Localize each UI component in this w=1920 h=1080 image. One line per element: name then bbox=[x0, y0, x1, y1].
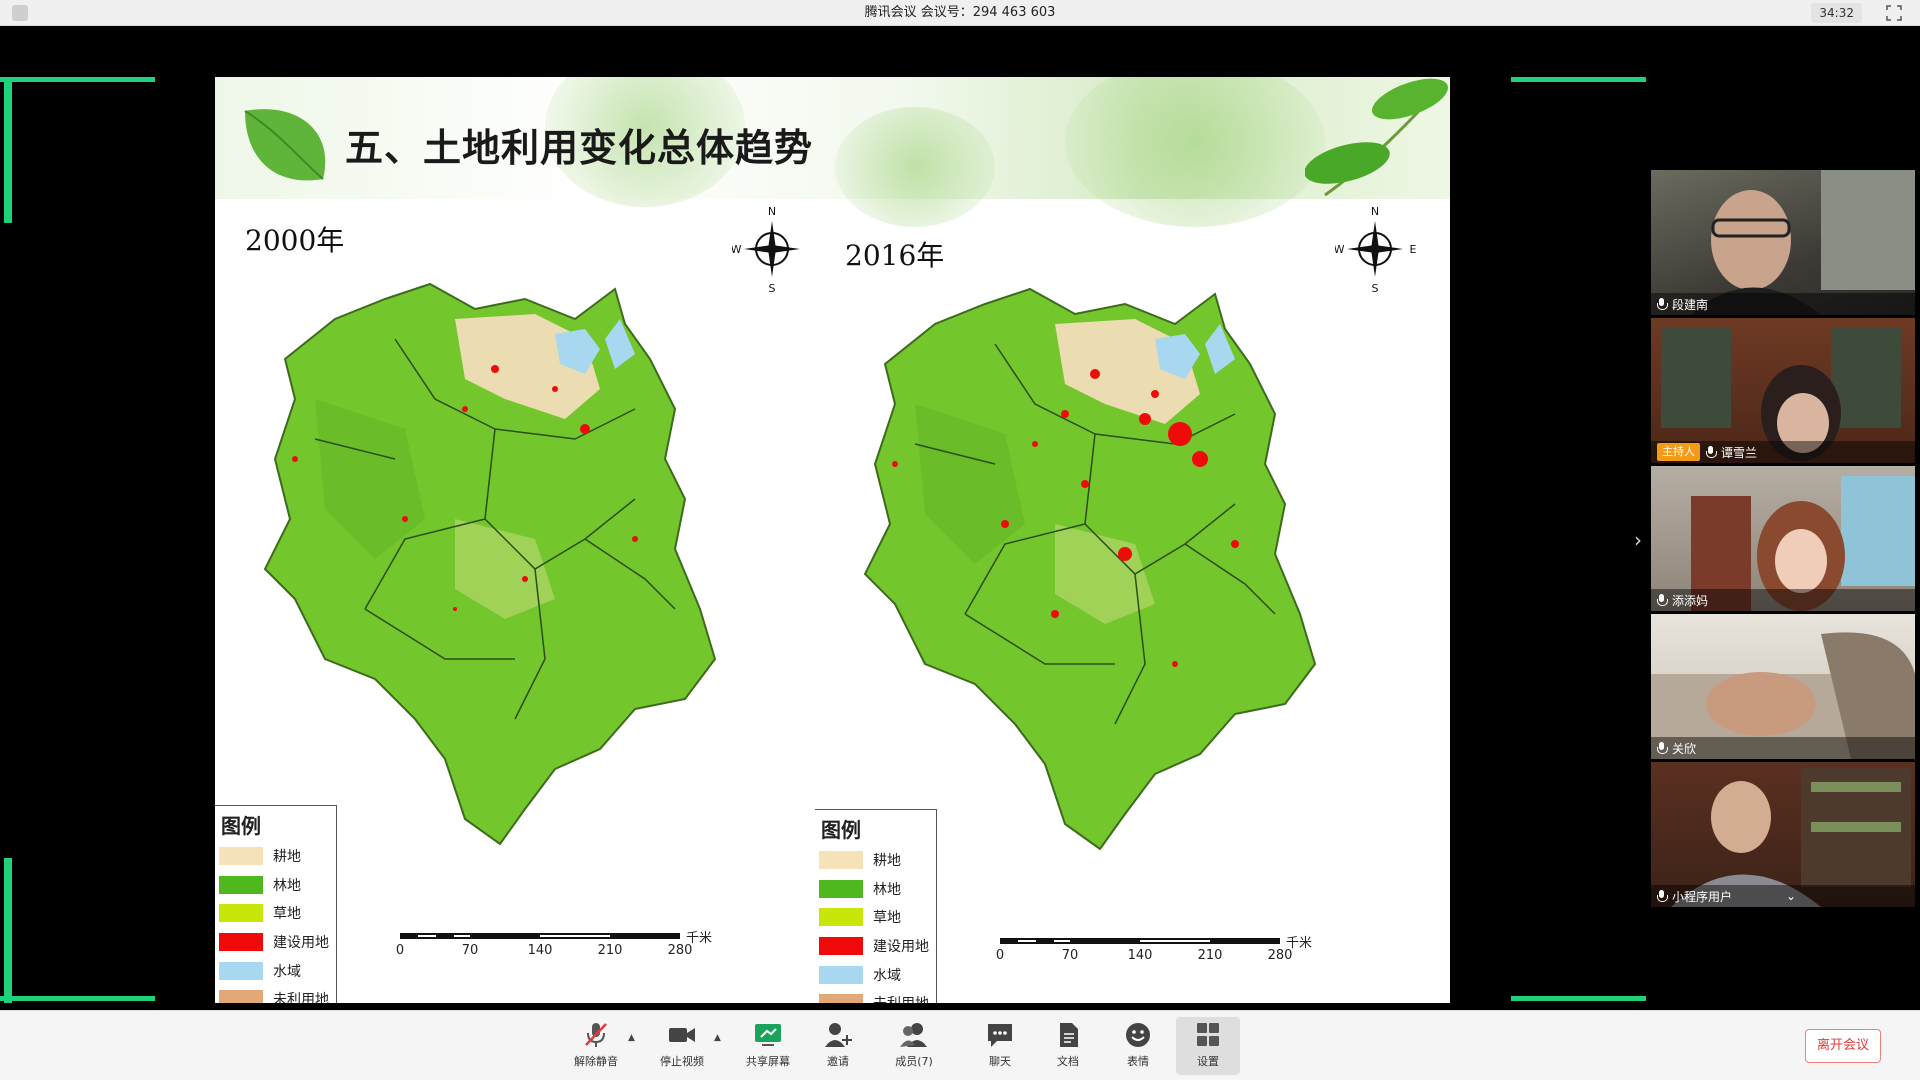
invite-user-icon bbox=[825, 1023, 852, 1047]
leaves-branch-icon bbox=[1305, 78, 1448, 197]
map-panel-2000: 2000年 N S W 图例 耕地 林地 草地 建设用地 水域 未利用地 0 7… bbox=[215, 199, 815, 1003]
legend-item: 草地 bbox=[815, 903, 936, 932]
mic-icon bbox=[1706, 445, 1717, 459]
mic-muted-icon bbox=[585, 1023, 607, 1047]
compass-w: W bbox=[1335, 243, 1345, 256]
legend-item: 草地 bbox=[215, 899, 336, 928]
video-options-caret[interactable]: ▲ bbox=[714, 1033, 721, 1043]
legend-item: 水域 bbox=[815, 960, 936, 989]
legend-item: 建设用地 bbox=[215, 928, 336, 957]
compass-n: N bbox=[1371, 205, 1379, 218]
map-legend: 图例 耕地 林地 草地 建设用地 水域 未利用地 bbox=[815, 809, 937, 1003]
meeting-toolbar: 解除静音 ▲ 停止视频 ▲ 共享屏幕 邀请 成员(7) 聊天 文档 表情 设置 … bbox=[0, 1010, 1920, 1080]
reactions-button[interactable]: 表情 bbox=[1106, 1017, 1170, 1075]
share-screen-icon bbox=[755, 1024, 781, 1046]
emoji-icon bbox=[1126, 1023, 1150, 1047]
grid-settings-icon bbox=[1197, 1023, 1219, 1046]
mic-icon bbox=[1657, 297, 1668, 311]
legend-title: 图例 bbox=[221, 814, 261, 838]
unmute-options-caret[interactable]: ▲ bbox=[628, 1033, 635, 1043]
legend-item: 林地 bbox=[215, 871, 336, 900]
participant-name: 关欣 bbox=[1672, 741, 1697, 756]
window-title: 腾讯会议 会议号：294 463 603 bbox=[864, 5, 1056, 20]
compass-n: N bbox=[768, 205, 776, 218]
land-use-map-2000 bbox=[263, 282, 717, 846]
chevron-down-icon[interactable]: ⌄ bbox=[1786, 889, 1796, 903]
document-icon bbox=[1060, 1023, 1078, 1047]
participant-tile[interactable]: 关欣 bbox=[1651, 614, 1915, 759]
participant-tile[interactable]: 主持人 谭雪兰 bbox=[1651, 318, 1915, 463]
scale-bar: 0 70 140 210 280 千米 bbox=[995, 936, 1313, 963]
stop-video-button[interactable]: 停止视频 bbox=[650, 1017, 714, 1075]
compass-w: W bbox=[732, 243, 742, 256]
chevron-right-icon[interactable]: › bbox=[1628, 528, 1648, 552]
fullscreen-icon[interactable] bbox=[1886, 5, 1902, 21]
legend-title: 图例 bbox=[821, 818, 861, 842]
legend-item: 林地 bbox=[815, 875, 936, 904]
shared-slide: 五、土地利用变化总体趋势 2000年 N S W 图例 耕地 林地 草地 建设用… bbox=[215, 77, 1450, 1003]
participant-tile[interactable]: 段建南 bbox=[1651, 170, 1915, 315]
legend-item: 耕地 bbox=[215, 842, 336, 871]
participant-name: 小程序用户 bbox=[1672, 889, 1733, 904]
legend-item: 耕地 bbox=[815, 846, 936, 875]
scale-bar: 0 70 140 210 280 千米 bbox=[395, 931, 713, 958]
slide-title: 五、土地利用变化总体趋势 bbox=[345, 125, 814, 170]
meeting-timer: 34:32 bbox=[1811, 3, 1862, 23]
mic-icon bbox=[1657, 741, 1668, 755]
compass-icon: N S W E bbox=[1335, 205, 1417, 294]
chat-button[interactable]: 聊天 bbox=[968, 1017, 1032, 1075]
leave-meeting-button[interactable]: 离开会议 bbox=[1805, 1029, 1881, 1063]
docs-button[interactable]: 文档 bbox=[1036, 1017, 1100, 1075]
members-button[interactable]: 成员(7) bbox=[882, 1017, 946, 1075]
participant-name: 谭雪兰 bbox=[1721, 445, 1758, 460]
settings-button[interactable]: 设置 bbox=[1176, 1017, 1240, 1075]
unmute-button[interactable]: 解除静音 bbox=[564, 1017, 628, 1075]
mic-icon bbox=[1657, 593, 1668, 607]
host-badge: 主持人 bbox=[1657, 443, 1700, 461]
share-screen-button[interactable]: 共享屏幕 bbox=[736, 1017, 800, 1075]
map-year-label: 2000年 bbox=[245, 224, 345, 257]
map-panel-2016: 2016年 N S W E 图例 耕地 林地 草地 建设用地 水域 0 70 1… bbox=[815, 199, 1417, 1003]
chat-icon bbox=[988, 1024, 1012, 1047]
map-year-label: 2016年 bbox=[845, 239, 945, 272]
map-legend: 图例 耕地 林地 草地 建设用地 水域 未利用地 bbox=[215, 805, 337, 1003]
invite-button[interactable]: 邀请 bbox=[806, 1017, 870, 1075]
video-camera-icon bbox=[669, 1028, 695, 1042]
leaf-icon bbox=[244, 109, 326, 181]
land-use-map-2016 bbox=[863, 287, 1317, 851]
title-bar: 腾讯会议 会议号：294 463 603 34:32 bbox=[0, 0, 1920, 26]
participant-name: 段建南 bbox=[1672, 297, 1709, 312]
participant-tile[interactable]: 添添妈 bbox=[1651, 466, 1915, 611]
participant-name: 添添妈 bbox=[1672, 593, 1709, 608]
participant-tile[interactable]: 小程序用户 ⌄ bbox=[1651, 762, 1915, 907]
legend-item: 水域 bbox=[215, 956, 336, 985]
members-icon bbox=[900, 1023, 927, 1047]
slide-header: 五、土地利用变化总体趋势 bbox=[215, 77, 1450, 227]
legend-item: 未利用地 bbox=[815, 989, 936, 1003]
legend-item: 建设用地 bbox=[815, 932, 936, 961]
legend-item: 未利用地 bbox=[215, 985, 336, 1003]
compass-e: E bbox=[1410, 243, 1417, 256]
mic-icon bbox=[1657, 889, 1668, 903]
